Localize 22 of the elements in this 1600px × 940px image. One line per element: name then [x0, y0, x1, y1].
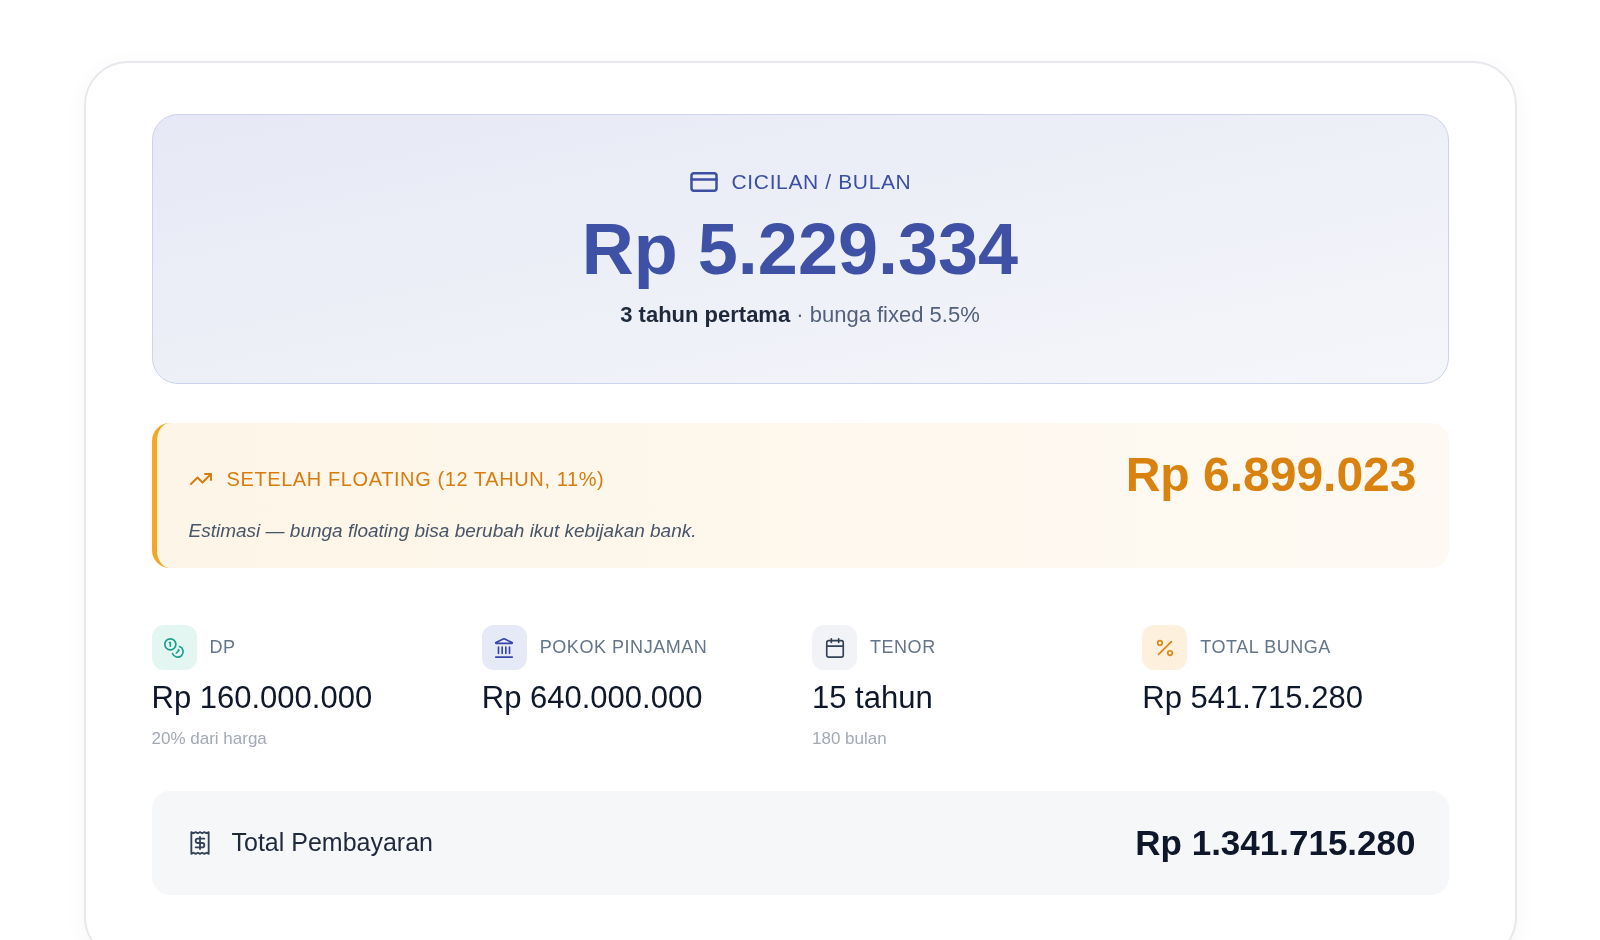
total-amount: Rp 1.341.715.280 — [1135, 821, 1416, 864]
installment-label: CICILAN / BULAN — [731, 169, 912, 195]
stat-label: POKOK PINJAMAN — [539, 636, 708, 659]
floating-note: Estimasi — bunga floating bisa berubah ikut kebijakan bank. — [188, 519, 697, 543]
installment-amount: Rp 5.229.334 — [581, 209, 1019, 289]
floating-label: SETELAH FLOATING (12 TAHUN, 11%) — [226, 467, 605, 492]
stat-value: 15 tahun — [812, 680, 934, 716]
total-label: Total Pembayaran — [231, 827, 433, 859]
stat-value: Rp 160.000.000 — [151, 680, 374, 716]
bank-icon — [481, 625, 527, 670]
stat-label: TENOR — [870, 636, 936, 659]
calendar-icon — [812, 625, 857, 670]
installment-subtitle: 3 tahun pertama · bunga fixed 5.5% — [620, 301, 980, 329]
stat-note: 20% dari harga — [151, 728, 268, 750]
floating-amount: Rp 6.899.023 — [1125, 447, 1417, 503]
stat-value: Rp 640.000.000 — [481, 680, 704, 716]
stat-note: 180 bulan — [812, 728, 888, 750]
stat-label: DP — [209, 636, 236, 659]
stat-label: TOTAL BUNGA — [1200, 636, 1331, 659]
stat-value: Rp 541.715.280 — [1142, 680, 1364, 716]
percent-icon — [1142, 625, 1188, 670]
coins-icon — [151, 625, 197, 670]
